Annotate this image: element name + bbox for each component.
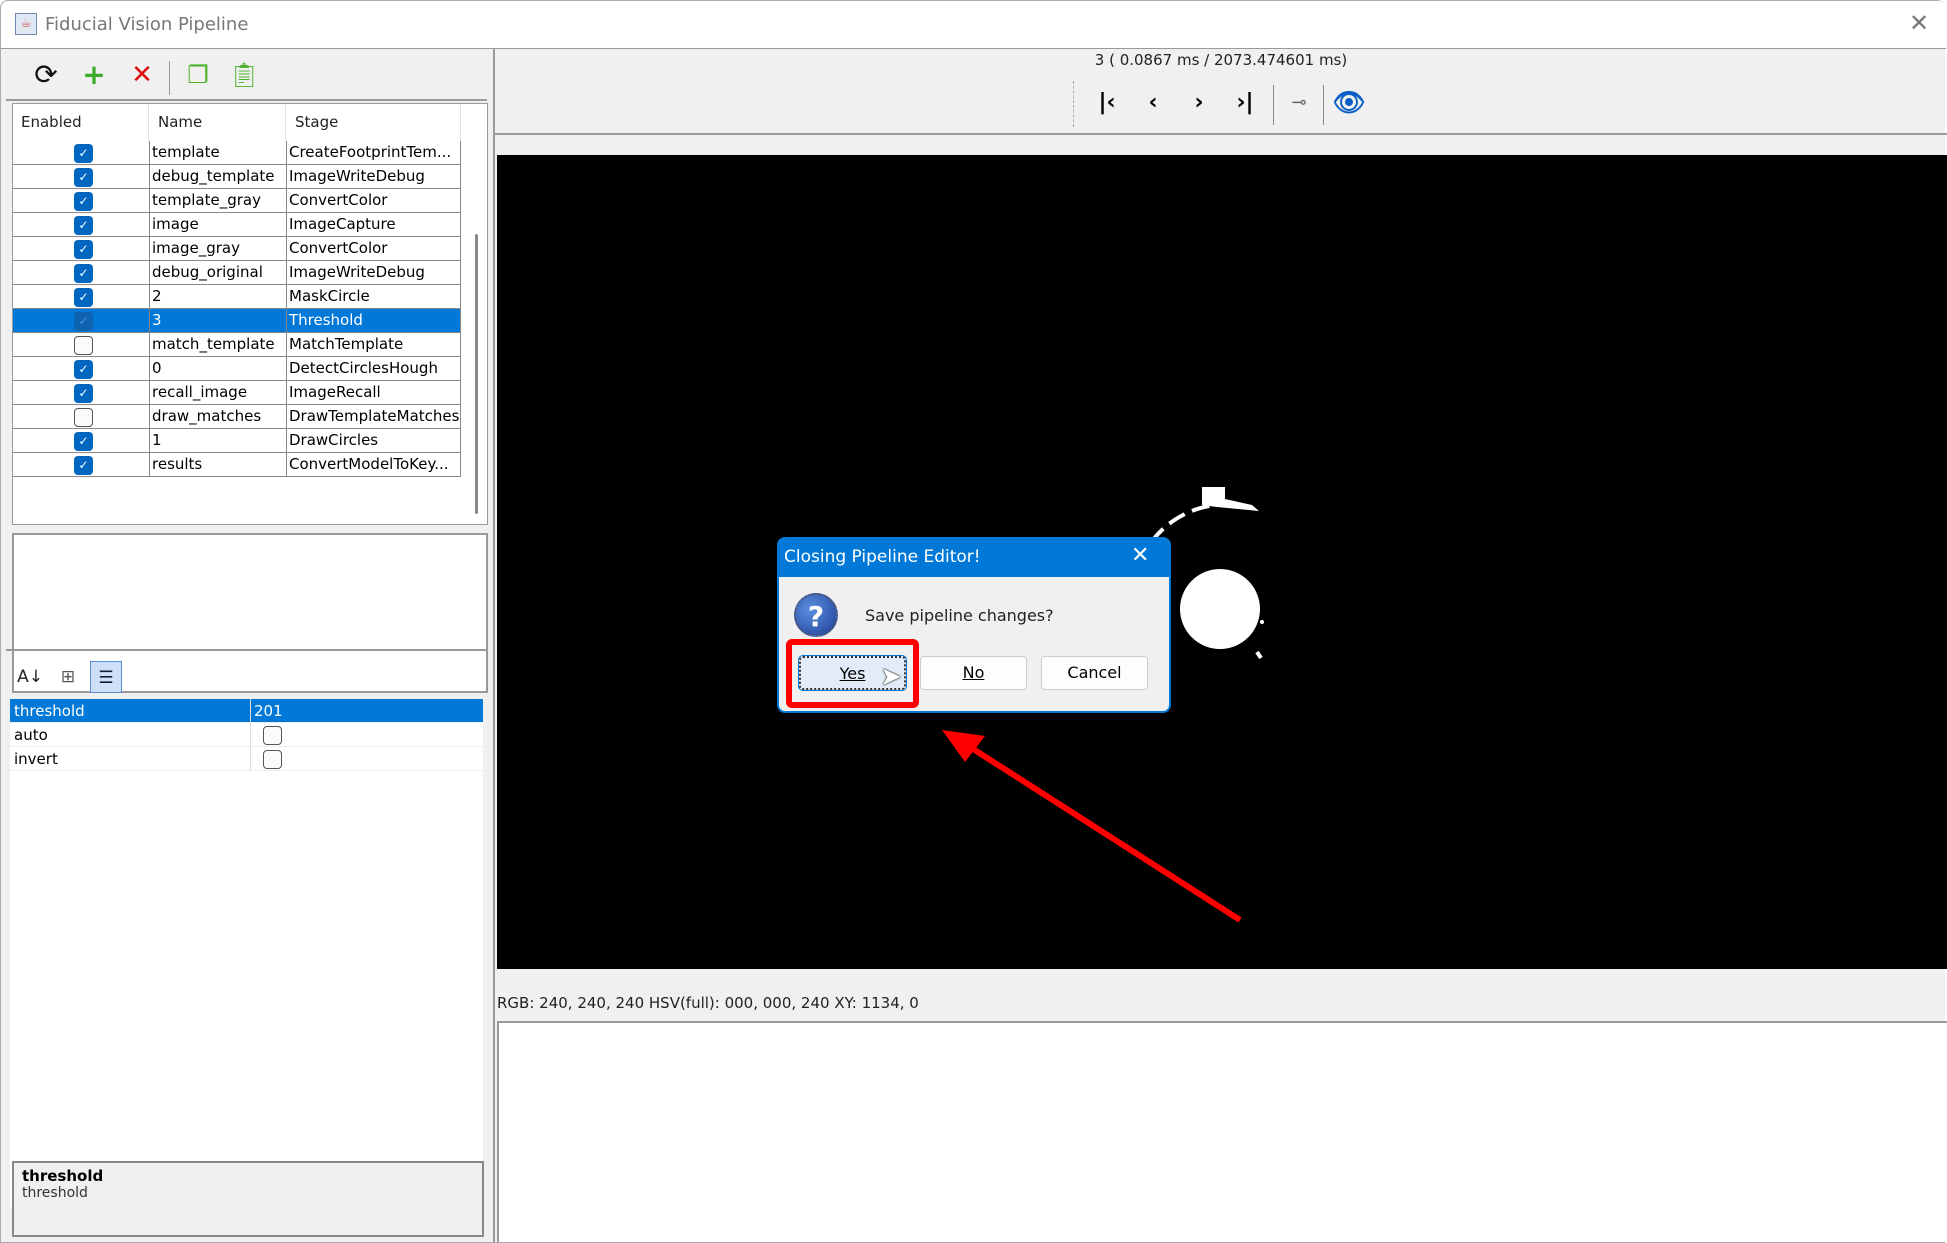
no-label: No bbox=[962, 663, 985, 682]
dialog-title: Closing Pipeline Editor! bbox=[779, 539, 1169, 577]
dialog-close-icon[interactable]: ✕ bbox=[1131, 543, 1149, 568]
cancel-button[interactable]: Cancel bbox=[1041, 656, 1148, 690]
dialog-message: Save pipeline changes? bbox=[865, 606, 1054, 625]
question-icon: ? bbox=[794, 593, 838, 637]
no-button[interactable]: No bbox=[920, 656, 1027, 690]
mouse-cursor-icon: ➤ bbox=[880, 662, 902, 692]
